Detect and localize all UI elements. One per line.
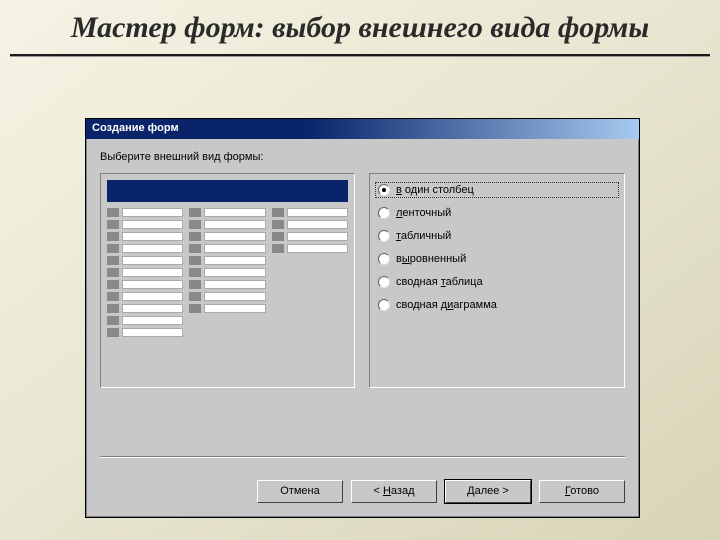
preview-header-bar bbox=[107, 180, 348, 202]
finish-button[interactable]: Готово bbox=[539, 480, 625, 503]
next-button[interactable]: Далее > bbox=[445, 480, 531, 503]
layout-option-4[interactable]: сводная таблица bbox=[378, 276, 616, 288]
dialog-divider bbox=[100, 456, 625, 458]
back-button-label: < Назад bbox=[373, 485, 414, 497]
radio-icon bbox=[378, 253, 390, 265]
radio-icon bbox=[378, 207, 390, 219]
layout-option-3[interactable]: выровненный bbox=[378, 253, 616, 265]
preview-grid bbox=[107, 208, 348, 381]
layout-option-0[interactable]: в один столбец bbox=[375, 182, 619, 198]
radio-label: выровненный bbox=[396, 253, 466, 265]
finish-button-label: Готово bbox=[565, 485, 599, 497]
radio-icon bbox=[378, 230, 390, 242]
slide-title: Мастер форм: выбор внешнего вида формы bbox=[0, 0, 720, 54]
layout-option-5[interactable]: сводная диаграмма bbox=[378, 299, 616, 311]
radio-icon bbox=[378, 184, 390, 196]
radio-label: табличный bbox=[396, 230, 451, 242]
instruction-text: Выберите внешний вид формы: bbox=[100, 151, 625, 163]
cancel-button[interactable]: Отмена bbox=[257, 480, 343, 503]
next-button-label: Далее > bbox=[467, 485, 509, 497]
dialog-body: Выберите внешний вид формы: bbox=[86, 139, 639, 476]
radio-icon bbox=[378, 299, 390, 311]
radio-label: ленточный bbox=[396, 207, 451, 219]
layout-option-1[interactable]: ленточный bbox=[378, 207, 616, 219]
layout-preview-panel bbox=[100, 173, 355, 388]
radio-icon bbox=[378, 276, 390, 288]
radio-label: сводная таблица bbox=[396, 276, 483, 288]
title-rule bbox=[10, 54, 710, 56]
layout-options-panel: в один столбец ленточный табличный выровнен… bbox=[369, 173, 625, 388]
back-button[interactable]: < Назад bbox=[351, 480, 437, 503]
dialog-titlebar: Создание форм bbox=[86, 119, 639, 139]
wizard-button-row: Отмена < Назад Далее > Готово bbox=[86, 476, 639, 503]
radio-label: сводная диаграмма bbox=[396, 299, 497, 311]
wizard-dialog: Создание форм Выберите внешний вид формы… bbox=[85, 118, 640, 518]
radio-label: в один столбец bbox=[396, 184, 474, 196]
layout-option-2[interactable]: табличный bbox=[378, 230, 616, 242]
